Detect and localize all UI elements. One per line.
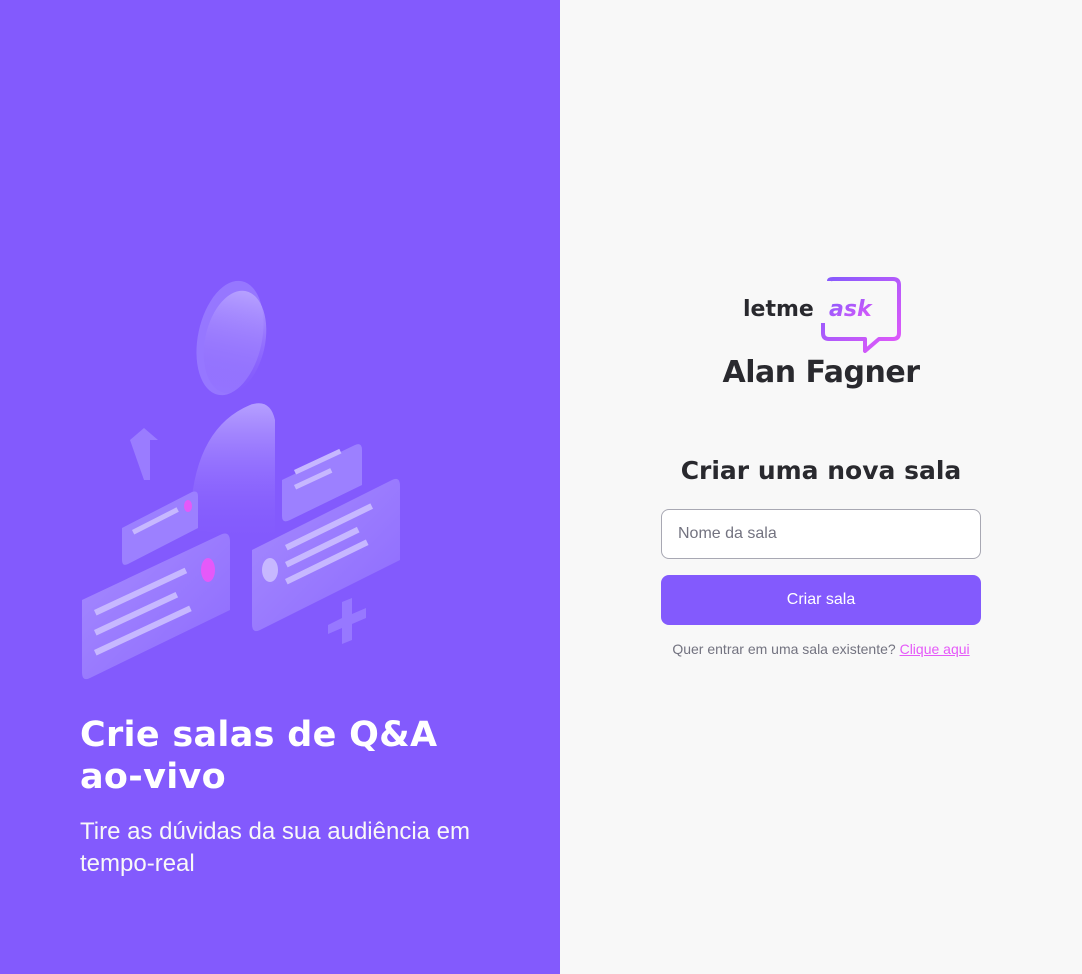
create-room-card: letme ask Alan Fagner Criar uma nova sal… xyxy=(661,277,981,657)
aside-subtitle: Tire as dúvidas da sua audiência em temp… xyxy=(80,818,470,877)
aside-panel: Crie salas de Q&A ao-vivo Tire as dúvida… xyxy=(0,0,560,974)
user-name: Alan Fagner xyxy=(722,355,921,390)
enter-room-prompt: Quer entrar em uma sala existente? Cliqu… xyxy=(672,641,969,657)
main-panel: letme ask Alan Fagner Criar uma nova sal… xyxy=(560,0,1082,974)
form-title: Criar uma nova sala xyxy=(680,456,962,485)
create-room-button[interactable]: Criar sala xyxy=(661,575,981,625)
aside-title: Crie salas de Q&A ao-vivo xyxy=(80,715,438,797)
create-room-form: Criar sala xyxy=(661,509,981,625)
qa-illustration-icon xyxy=(82,280,400,680)
enter-room-text: Quer entrar em uma sala existente? xyxy=(672,641,896,657)
room-name-input[interactable] xyxy=(661,509,981,559)
letmeask-logo-icon: letme ask xyxy=(743,277,901,353)
page: Crie salas de Q&A ao-vivo Tire as dúvida… xyxy=(0,0,1082,974)
logo-text-letme: letme xyxy=(743,297,814,322)
logo-text-ask: ask xyxy=(829,297,873,322)
enter-room-link[interactable]: Clique aqui xyxy=(900,641,970,657)
